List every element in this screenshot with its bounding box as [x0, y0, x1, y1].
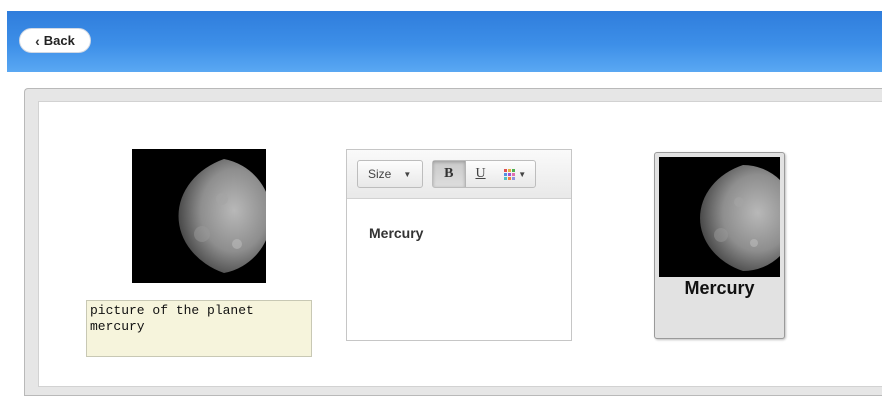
back-button[interactable]: ‹ Back [19, 28, 91, 53]
underline-label: U [475, 166, 486, 181]
mercury-photo-icon [700, 165, 780, 271]
caret-down-icon: ▼ [518, 169, 527, 179]
bold-label: B [444, 166, 454, 181]
format-button-group: B U ▼ [432, 160, 536, 188]
color-palette-icon [504, 168, 516, 180]
caret-down-icon: ▼ [403, 169, 412, 179]
underline-button[interactable]: U [466, 161, 496, 187]
mercury-photo-icon [178, 159, 266, 273]
back-button-label: Back [43, 33, 75, 48]
text-editor: Size ▼ B U ▼ Mercury [346, 149, 572, 341]
planet-photo[interactable] [132, 149, 266, 283]
preview-card[interactable]: Mercury [654, 152, 785, 339]
card-photo [659, 157, 780, 277]
text-color-button[interactable]: ▼ [495, 161, 535, 187]
bold-button[interactable]: B [433, 161, 466, 187]
top-bar: ‹ Back [7, 11, 882, 72]
font-size-label: Size [368, 167, 392, 181]
editor-content[interactable]: Mercury [369, 225, 423, 241]
font-size-dropdown[interactable]: Size ▼ [357, 160, 423, 188]
chevron-left-icon: ‹ [35, 32, 40, 49]
card-label: Mercury [684, 278, 755, 298]
image-caption-input[interactable] [86, 300, 312, 357]
editor-toolbar: Size ▼ B U ▼ [347, 150, 571, 199]
